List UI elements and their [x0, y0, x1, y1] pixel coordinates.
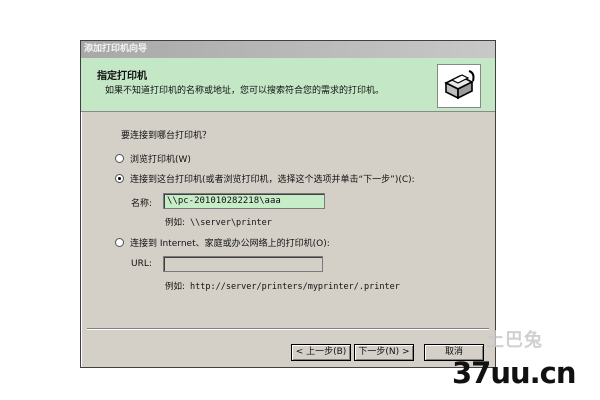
back-button[interactable]: < 上一步(B) — [291, 344, 351, 361]
name-example: 例如: \\server\printer — [165, 216, 272, 228]
printer-name-input[interactable]: \\pc-201010282218\aaa — [163, 193, 325, 209]
url-label: URL: — [131, 259, 152, 269]
option-browse-label: 浏览打印机(W) — [130, 155, 191, 165]
footer-separator — [87, 328, 489, 330]
question-label: 要连接到哪台打印机？ — [121, 131, 212, 141]
radio-connect[interactable] — [115, 174, 124, 183]
radio-internet[interactable] — [115, 238, 124, 247]
header-title: 指定打印机 — [97, 71, 147, 82]
url-input[interactable] — [163, 256, 323, 272]
window-title: 添加打印机向导 — [81, 41, 495, 58]
option-internet-printer[interactable]: 连接到 Internet、家庭或办公网络上的打印机(O): — [115, 236, 330, 249]
name-example-prefix: 例如: — [165, 218, 185, 228]
wizard-body: 要连接到哪台打印机？ 浏览打印机(W) 连接到这台打印机(或者浏览打印机，选择这… — [81, 112, 495, 322]
printer-icon — [437, 64, 481, 108]
option-internet-label: 连接到 Internet、家庭或办公网络上的打印机(O): — [130, 239, 330, 249]
radio-browse[interactable] — [115, 154, 124, 163]
url-example: 例如: http://server/printers/myprinter/.pr… — [165, 280, 400, 292]
next-button[interactable]: 下一步(N) > — [354, 344, 414, 361]
option-browse-printer[interactable]: 浏览打印机(W) — [115, 152, 191, 165]
url-example-text: http://server/printers/myprinter/.printe… — [190, 282, 400, 292]
option-connect-printer[interactable]: 连接到这台打印机(或者浏览打印机，选择这个选项并单击“下一步”)(C): — [115, 172, 415, 185]
header-subtitle: 如果不知道打印机的名称或地址，您可以搜索符合您的需求的打印机。 — [105, 86, 385, 96]
name-example-text: \\server\printer — [190, 218, 272, 228]
watermark-site: 37uu.cn — [452, 356, 576, 390]
add-printer-wizard-window: 添加打印机向导 指定打印机 如果不知道打印机的名称或地址，您可以搜索符合您的需求… — [80, 40, 496, 368]
url-example-prefix: 例如: — [165, 282, 185, 292]
option-connect-label: 连接到这台打印机(或者浏览打印机，选择这个选项并单击“下一步”)(C): — [130, 175, 415, 185]
watermark-logo-text: 土巴兔 — [486, 330, 543, 351]
wizard-header: 指定打印机 如果不知道打印机的名称或地址，您可以搜索符合您的需求的打印机。 — [81, 58, 495, 112]
name-label: 名称: — [131, 199, 153, 209]
